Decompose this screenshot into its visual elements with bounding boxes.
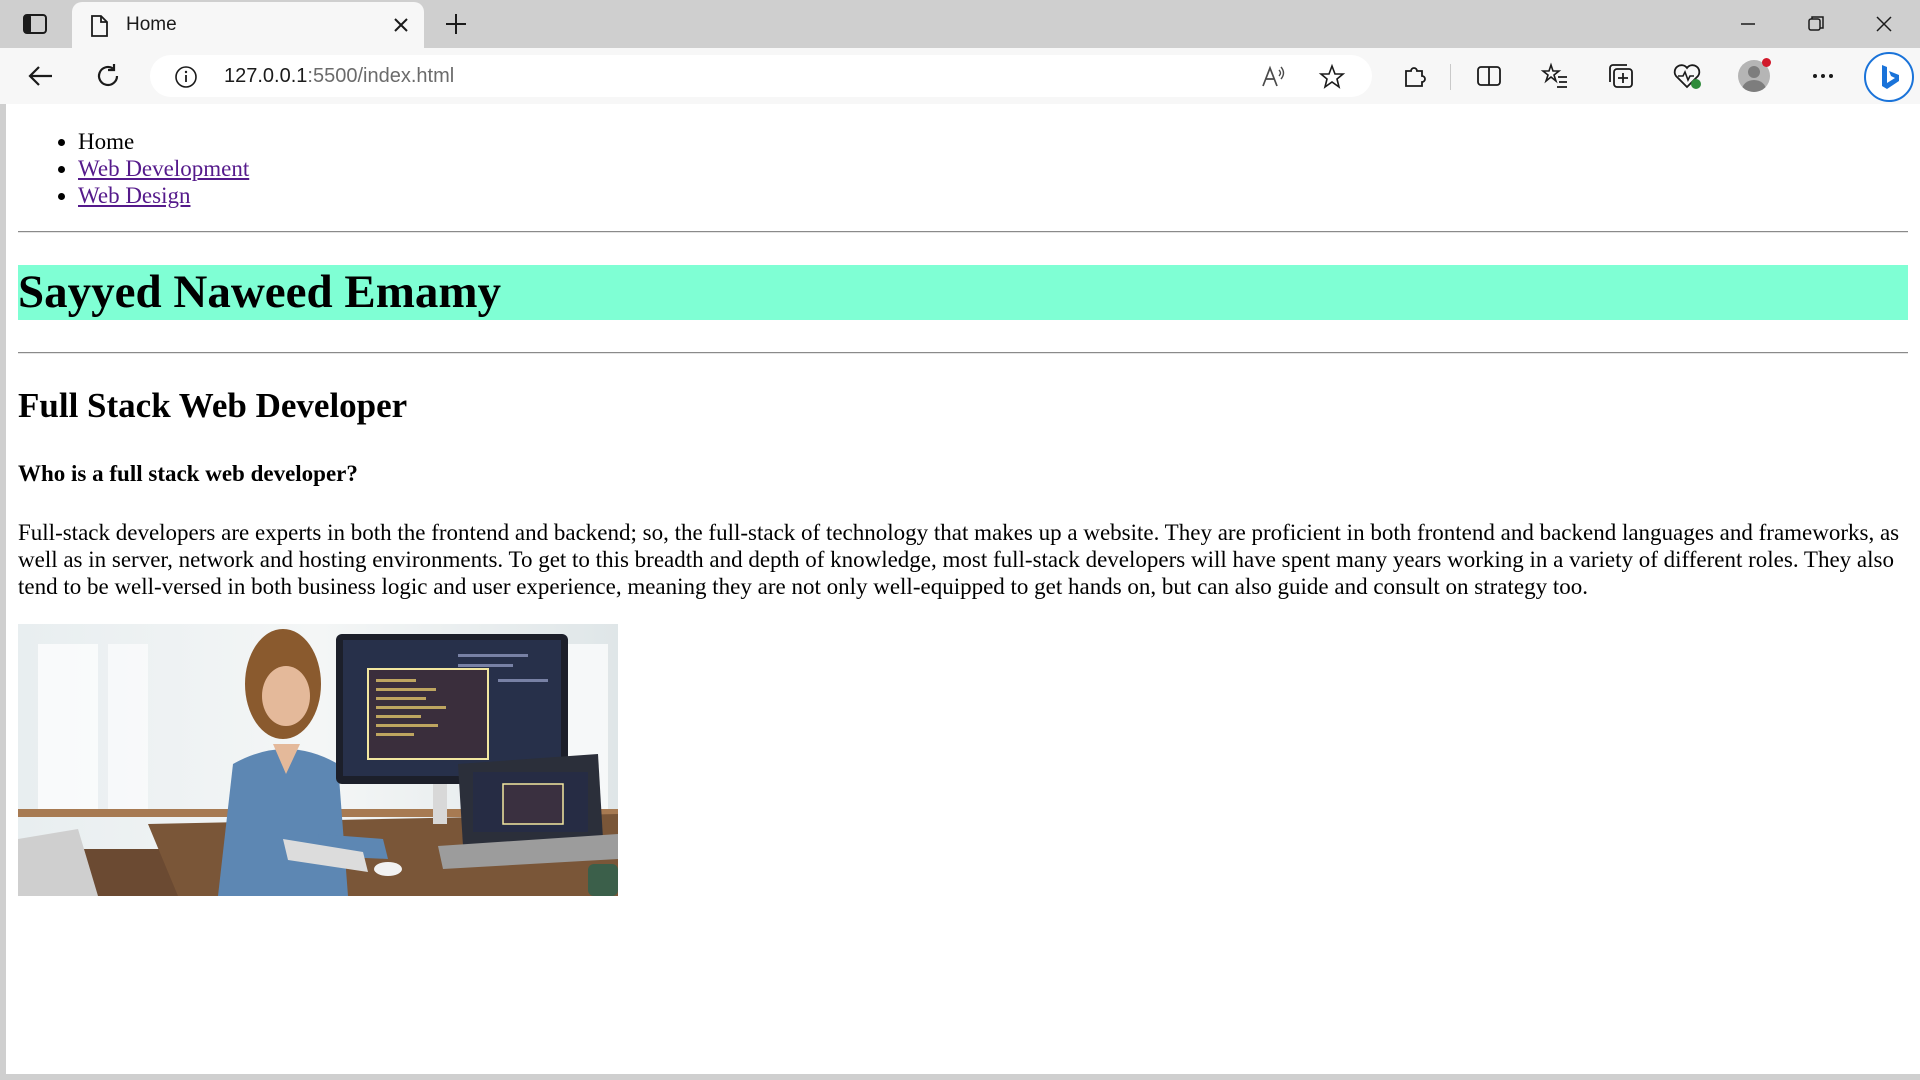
nav-item-web-design[interactable]: Web Design: [78, 182, 1908, 209]
web-design-link[interactable]: Web Design: [78, 183, 190, 208]
divider: [18, 352, 1908, 354]
collections-icon[interactable]: [1606, 61, 1636, 91]
toolbar-separator: [1450, 64, 1451, 90]
url-text[interactable]: 127.0.0.1:5500/index.html: [224, 65, 454, 88]
back-arrow-icon[interactable]: [26, 61, 56, 91]
more-options-icon[interactable]: [1808, 61, 1838, 91]
tab-home[interactable]: Home: [72, 2, 424, 48]
web-development-link[interactable]: Web Development: [78, 156, 249, 181]
window-bottom-edge: [0, 1074, 1920, 1080]
bing-copilot-icon[interactable]: [1864, 52, 1914, 102]
read-aloud-icon[interactable]: [1260, 64, 1286, 90]
tab-strip: Home: [0, 0, 1920, 48]
url-path: :5500/index.html: [307, 65, 455, 87]
notification-dot: [1762, 58, 1771, 67]
favorite-star-icon[interactable]: [1318, 63, 1346, 91]
nav-list: Home Web Development Web Design: [18, 128, 1908, 209]
restore-icon[interactable]: [1802, 10, 1830, 38]
tab-actions-icon[interactable]: [22, 12, 48, 36]
browser-essentials-icon[interactable]: [1672, 61, 1702, 91]
page-icon: [91, 15, 108, 37]
developer-photo: [18, 624, 618, 896]
new-tab-icon[interactable]: [444, 12, 468, 36]
role-heading: Full Stack Web Developer: [18, 386, 408, 425]
nav-item-web-development[interactable]: Web Development: [78, 155, 1908, 182]
tab-title: Home: [126, 14, 177, 35]
refresh-icon[interactable]: [93, 61, 123, 91]
split-screen-icon[interactable]: [1474, 61, 1504, 91]
name-heading: Sayyed Naweed Emamy: [18, 265, 1908, 320]
extensions-puzzle-icon[interactable]: [1400, 61, 1430, 91]
url-host: 127.0.0.1: [224, 65, 308, 87]
divider: [18, 231, 1908, 233]
nav-item-home: Home: [78, 128, 1908, 155]
description-paragraph: Full-stack developers are experts in bot…: [18, 520, 1900, 599]
nav-item-label: Home: [78, 129, 135, 154]
minimize-icon[interactable]: [1734, 10, 1762, 38]
browser-toolbar: 127.0.0.1:5500/index.html: [0, 48, 1920, 104]
close-window-icon[interactable]: [1870, 10, 1898, 38]
address-bar[interactable]: 127.0.0.1:5500/index.html: [150, 55, 1372, 97]
page-content: Home Web Development Web Design Sayyed N…: [6, 128, 1920, 896]
close-tab-icon[interactable]: [392, 16, 410, 34]
page-viewport: Home Web Development Web Design Sayyed N…: [6, 104, 1920, 1074]
question-heading: Who is a full stack web developer?: [18, 461, 358, 486]
favorites-list-icon[interactable]: [1540, 61, 1570, 91]
site-info-icon[interactable]: [174, 65, 198, 89]
